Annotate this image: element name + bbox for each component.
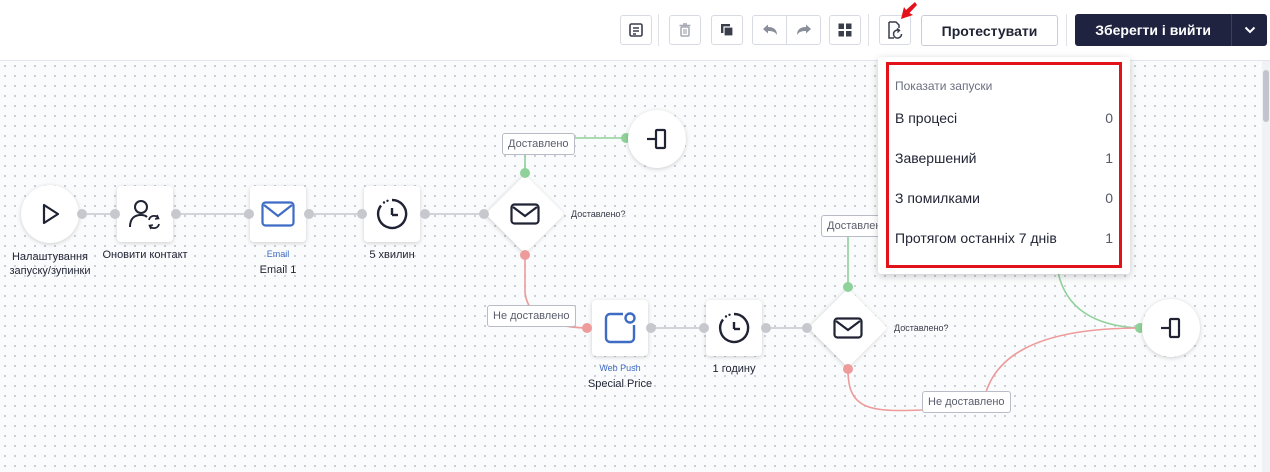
exit-icon (1161, 317, 1181, 339)
wait-1hour-node[interactable] (706, 300, 762, 356)
runs-row-in-progress[interactable]: В процесі 0 (895, 110, 1113, 126)
save-and-exit-label: Зберегти і вийти (1095, 22, 1211, 38)
update-contact-label: Оновити контакт (102, 249, 188, 261)
runs-row-count: 1 (1105, 150, 1113, 166)
auto-layout-button[interactable] (829, 15, 861, 45)
undo-redo-group (752, 15, 821, 45)
wait-5min-out-port[interactable] (420, 209, 430, 219)
timer-icon (718, 312, 750, 344)
undo-button[interactable] (753, 16, 786, 44)
layout-grid-icon (838, 23, 852, 37)
trash-icon (679, 23, 691, 37)
webpush-node-type: Web Push (599, 363, 641, 373)
delivered-check-2-no-port[interactable] (843, 364, 853, 374)
toolbar: Протестувати Зберегти і вийти (0, 0, 1270, 61)
wait-1hour-label: 1 годину (712, 363, 756, 375)
save-and-exit-button[interactable]: Зберегти і вийти (1075, 14, 1267, 46)
test-button[interactable]: Протестувати (921, 15, 1058, 46)
runs-row-count: 0 (1105, 110, 1113, 126)
exit-node-1[interactable] (628, 110, 686, 168)
webpush-node-label: Special Price (587, 378, 653, 390)
runs-row-count: 0 (1105, 190, 1113, 206)
runs-popup: Показати запуски В процесі 0 Завершений … (878, 57, 1130, 274)
runs-row-count: 1 (1105, 230, 1113, 246)
duplicate-icon (721, 24, 734, 37)
runs-row-label: Завершений (895, 150, 977, 166)
delivered-check-node-1[interactable] (485, 174, 565, 254)
wait-5min-in-port[interactable] (357, 209, 367, 219)
email-out-port[interactable] (304, 209, 314, 219)
save-options-dropdown[interactable] (1231, 14, 1267, 46)
exit-node-2[interactable] (1142, 299, 1200, 357)
wait-1hour-out-port[interactable] (761, 323, 771, 333)
webpush-notification-icon (604, 312, 636, 344)
canvas-scrollbar[interactable] (1262, 61, 1270, 472)
update-contact-out-port[interactable] (171, 209, 181, 219)
delivered-check-2-question: Доставлено? (894, 323, 949, 333)
webpush-in-port[interactable] (582, 323, 592, 333)
email-in-port[interactable] (244, 209, 254, 219)
delete-button[interactable] (669, 15, 701, 45)
start-node-label: Налаштування запуску/зупинки (9, 251, 91, 277)
runs-row-completed[interactable]: Завершений 1 (895, 150, 1113, 166)
delivered-check-1-no-port[interactable] (520, 250, 530, 260)
wait-1hour-in-port[interactable] (699, 323, 709, 333)
delivered-check-1-yes-port[interactable] (520, 168, 530, 178)
start-out-port[interactable] (77, 209, 87, 219)
webpush-out-port[interactable] (646, 323, 656, 333)
email-check-icon (510, 203, 540, 225)
email-check-icon (833, 317, 863, 339)
contact-sync-icon (129, 200, 160, 230)
start-node[interactable] (21, 185, 79, 243)
chevron-down-icon (1244, 26, 1255, 34)
update-contact-node[interactable] (117, 186, 173, 242)
delivered-check-2-yes-port[interactable] (843, 282, 853, 292)
delivered-check-1-question: Доставлено? (571, 209, 626, 219)
email-node[interactable] (250, 186, 306, 242)
canvas-scrollbar-thumb[interactable] (1263, 70, 1269, 122)
email-node-type: Email (266, 249, 290, 259)
runs-row-label: Протягом останніх 7 днів (895, 230, 1057, 246)
undo-icon (762, 24, 777, 35)
email-node-label: Email 1 (259, 264, 297, 276)
redo-button[interactable] (786, 16, 820, 44)
runs-row-label: В процесі (895, 110, 958, 126)
wait-5min-label: 5 хвилин (369, 249, 415, 261)
pointer-arrow-icon (901, 2, 917, 19)
delivered-check-node-2[interactable] (808, 288, 888, 368)
delivered-tag-1: Доставлено (502, 133, 575, 155)
runs-row-last-7-days[interactable]: Протягом останніх 7 днів 1 (895, 230, 1113, 246)
timer-icon (376, 198, 408, 230)
runs-row-errors[interactable]: З помилками 0 (895, 190, 1113, 206)
exit-icon (647, 128, 667, 150)
note-icon (629, 23, 643, 37)
not-delivered-tag-2: Не доставлено (922, 391, 1011, 413)
runs-history-icon (888, 21, 903, 39)
not-delivered-tag-1: Не доставлено (487, 305, 576, 327)
update-contact-in-port[interactable] (110, 209, 120, 219)
webpush-node[interactable] (592, 300, 648, 356)
redo-icon (796, 24, 811, 35)
duplicate-button[interactable] (711, 15, 743, 45)
email-envelope-icon (261, 201, 295, 227)
wait-5min-node[interactable] (364, 186, 420, 242)
delivered-check-1-in-port[interactable] (479, 209, 489, 219)
play-icon (42, 203, 60, 225)
runs-row-label: З помилками (895, 190, 980, 206)
note-button[interactable] (620, 15, 652, 45)
delivered-check-2-in-port[interactable] (802, 323, 812, 333)
popup-title: Показати запуски (895, 79, 993, 93)
